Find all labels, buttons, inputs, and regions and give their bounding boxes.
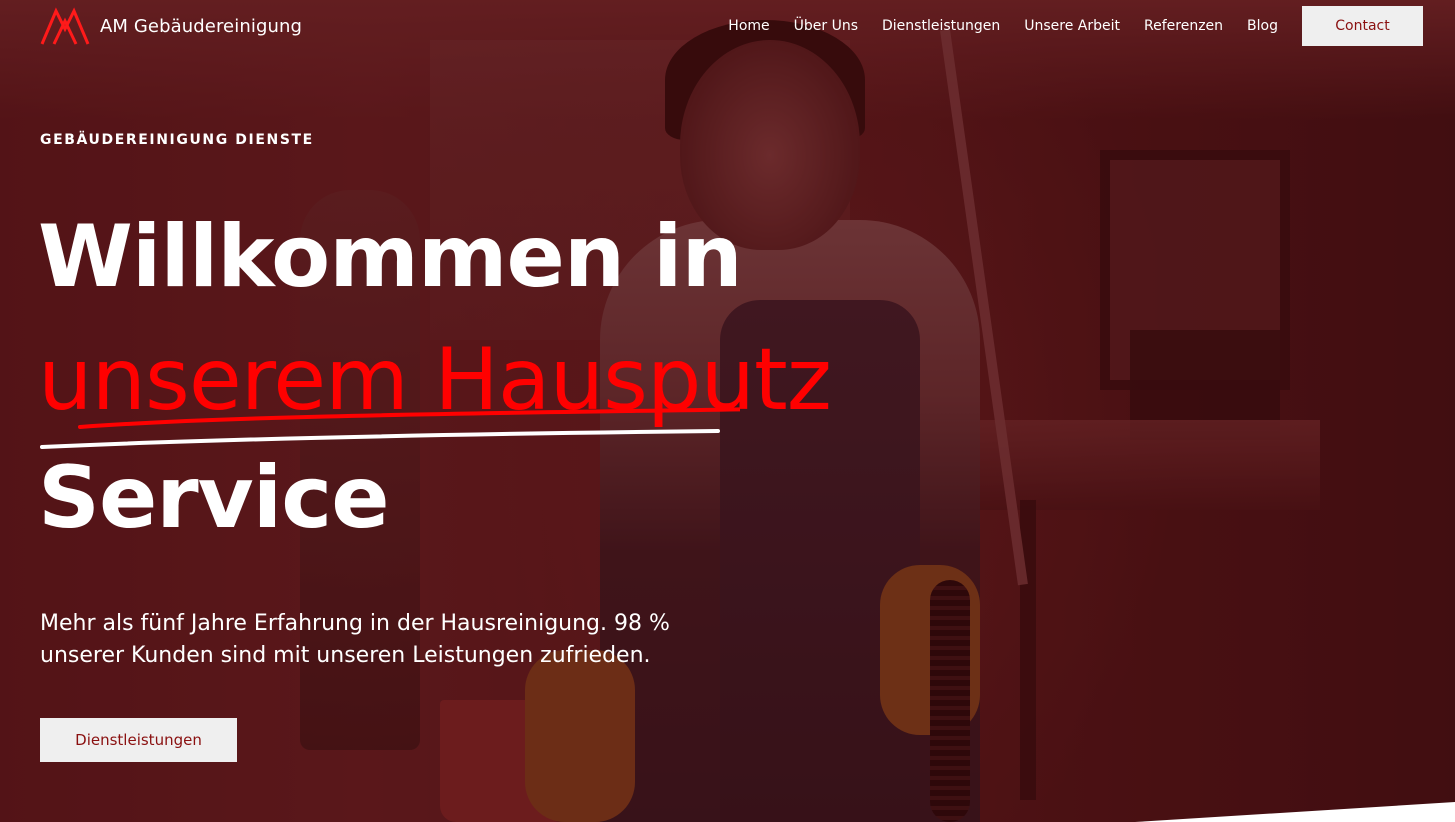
logo-icon xyxy=(40,7,90,45)
hero-eyebrow: GEBÄUDEREINIGUNG DIENSTE xyxy=(40,132,314,148)
brand-name: AM Gebäudereinigung xyxy=(100,15,303,37)
hero-title-line1: Willkommen in xyxy=(38,207,743,307)
nav-blog[interactable]: Blog xyxy=(1247,18,1278,34)
main-nav: Home Über Uns Dienstleistungen Unsere Ar… xyxy=(728,0,1423,52)
services-button[interactable]: Dienstleistungen xyxy=(40,718,237,762)
contact-button[interactable]: Contact xyxy=(1302,6,1423,46)
logo-link[interactable]: AM Gebäudereinigung xyxy=(40,7,302,45)
nav-dienstleistungen[interactable]: Dienstleistungen xyxy=(882,18,1000,34)
hero-title-line3: Service xyxy=(38,448,390,548)
nav-home[interactable]: Home xyxy=(728,18,769,34)
nav-referenzen[interactable]: Referenzen xyxy=(1144,18,1223,34)
hero-description: Mehr als fünf Jahre Erfahrung in der Hau… xyxy=(40,611,670,668)
nav-ueber-uns[interactable]: Über Uns xyxy=(794,18,858,34)
nav-unsere-arbeit[interactable]: Unsere Arbeit xyxy=(1024,18,1120,34)
